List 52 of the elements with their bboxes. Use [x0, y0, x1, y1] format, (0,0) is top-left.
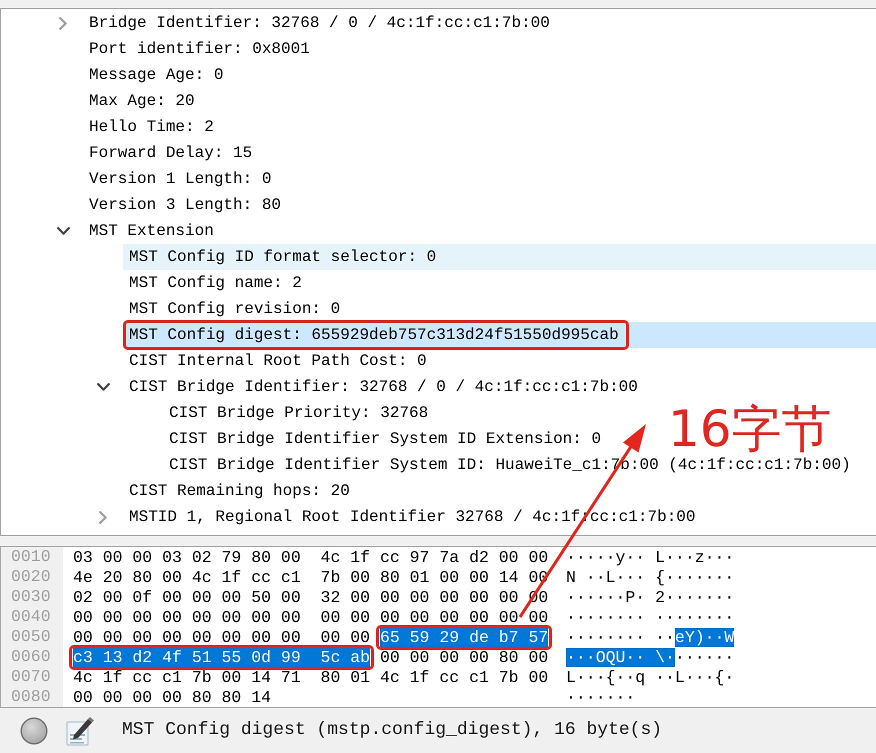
hex-bytes[interactable]: 00 00 00 00 00 00 00 00 00 00 00 00 00 00 00 00	[73, 608, 548, 626]
tree-row[interactable]: MST Config name: 2	[123, 270, 302, 296]
byte-offset: 0030	[1, 587, 63, 607]
ascii-text[interactable]: ·······	[566, 688, 636, 706]
annotation-label: 16字节	[668, 404, 832, 454]
hex-bytes[interactable]: 65 59 29 de b7 57	[380, 628, 548, 646]
ascii-text[interactable]: L···{··q ··L···{·	[566, 668, 734, 686]
chevron-right-icon[interactable]	[99, 510, 107, 524]
chevron-down-icon[interactable]	[96, 383, 110, 391]
tree-row[interactable]: CIST Bridge Identifier System ID Extension: 0	[163, 426, 602, 452]
hex-bytes[interactable]: 00 00 00 00 80 00	[380, 648, 548, 666]
byte-offset: 0070	[1, 667, 63, 687]
hex-bytes[interactable]: 03 00 00 03 02 79 80 00 4c 1f cc 97 7a d2 00 00	[73, 548, 548, 566]
byte-offset: 0050	[1, 627, 63, 647]
status-text: MST Config digest (mstp.config_digest), 16 byte(s)	[122, 719, 662, 742]
ascii-text[interactable]: ········ ········	[566, 608, 734, 626]
ascii-text[interactable]: ······	[674, 648, 734, 666]
hex-bytes[interactable]: 00 00 00 00 00 00 00 00 00 00	[73, 628, 370, 646]
hex-bytes[interactable]: 00 00 00 00 80 80 14	[73, 688, 272, 706]
tree-row[interactable]: MST Extension	[83, 218, 214, 244]
ascii-text[interactable]: ·····y·· L···z···	[566, 548, 734, 566]
byte-offset: 0040	[1, 607, 63, 627]
ascii-text[interactable]: ···OQU·· \·	[566, 648, 675, 666]
ascii-text[interactable]: ······P· 2·······	[566, 588, 734, 606]
byte-offset: 0010	[1, 547, 63, 567]
ascii-text[interactable]: ········ ··	[566, 628, 675, 646]
tree-row[interactable]: CIST Remaining hops: 20	[123, 478, 350, 504]
tree-row[interactable]: MST Config digest: 655929deb757c313d24f51550d995cab	[123, 322, 876, 348]
chevron-right-icon[interactable]	[59, 16, 67, 30]
tree-row[interactable]: CIST Bridge Priority: 32768	[163, 400, 428, 426]
byte-offset: 0060	[1, 647, 63, 667]
circle-icon[interactable]	[20, 716, 48, 744]
hex-bytes[interactable]: c3 13 d2 4f 51 55 0d 99 5c ab	[73, 648, 370, 666]
tree-row[interactable]: Port identifier: 0x8001	[83, 36, 310, 62]
ascii-text[interactable]: eY)··W	[674, 628, 734, 646]
tree-row[interactable]: Hello Time: 2	[83, 114, 214, 140]
byte-offset: 0020	[1, 567, 63, 587]
tree-row[interactable]: Max Age: 20	[83, 88, 195, 114]
tree-row[interactable]: Bridge Identifier: 32768 / 0 / 4c:1f:cc:c1:7b:00	[83, 10, 550, 36]
byte-offset: 0080	[1, 687, 63, 707]
tree-row[interactable]: MST Config revision: 0	[123, 296, 340, 322]
tree-row[interactable]: CIST Bridge Identifier: 32768 / 0 / 4c:1f:cc:c1:7b:00	[123, 374, 638, 400]
note-pencil-icon[interactable]	[66, 716, 94, 746]
tree-row[interactable]: Version 3 Length: 80	[83, 192, 282, 218]
hex-bytes[interactable]: 4c 1f cc c1 7b 00 14 71 80 01 4c 1f cc c1 7b 00	[73, 668, 548, 686]
tree-row[interactable]: MST Config ID format selector: 0	[123, 244, 876, 270]
ascii-text[interactable]: N ··L··· {·······	[566, 568, 734, 586]
tree-row[interactable]: Version 1 Length: 0	[83, 166, 272, 192]
tree-row[interactable]: Message Age: 0	[83, 62, 224, 88]
tree-row[interactable]: Forward Delay: 15	[83, 140, 252, 166]
chevron-down-icon[interactable]	[56, 227, 70, 235]
tree-row[interactable]: CIST Internal Root Path Cost: 0	[123, 348, 427, 374]
